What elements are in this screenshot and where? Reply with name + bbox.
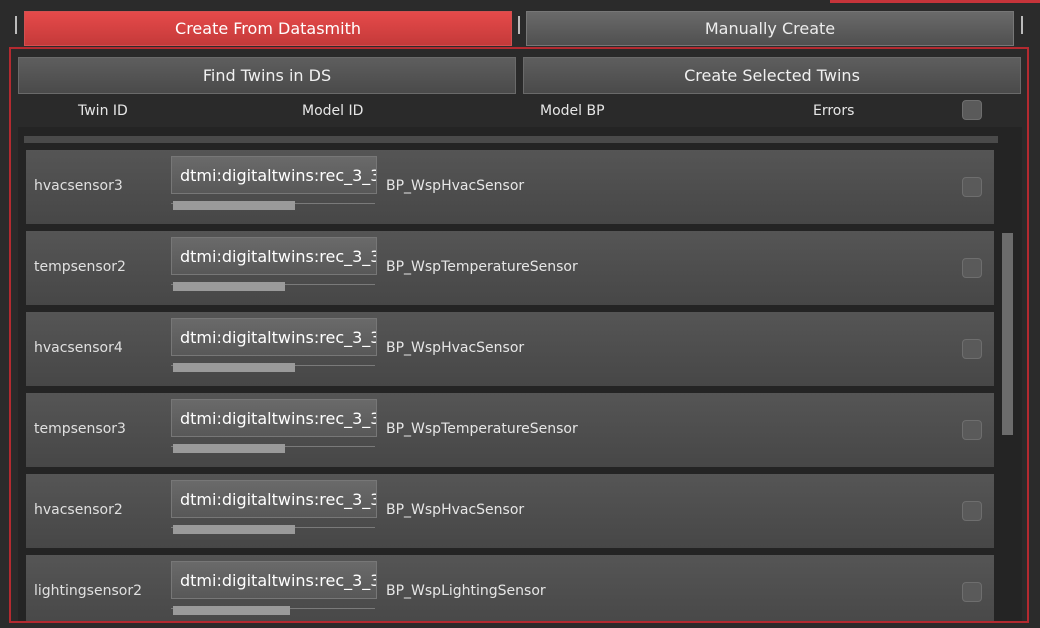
model-id-field[interactable]: dtmi:digitaltwins:rec_3_3	[171, 237, 377, 275]
tab-create-from-datasmith[interactable]: Create From Datasmith	[24, 11, 512, 46]
model-id-field[interactable]: dtmi:digitaltwins:rec_3_3	[171, 561, 377, 599]
table-row[interactable]: hvacsensor3 dtmi:digitaltwins:rec_3_3 BP…	[26, 150, 994, 224]
tab-grip-right[interactable]	[1021, 16, 1023, 34]
table-row[interactable]: tempsensor3 dtmi:digitaltwins:rec_3_3 BP…	[26, 393, 994, 467]
row-select-checkbox[interactable]	[962, 258, 982, 278]
row-select-checkbox[interactable]	[962, 501, 982, 521]
select-all-checkbox[interactable]	[962, 100, 982, 120]
column-header-model-id: Model ID	[302, 103, 364, 119]
column-header-model-bp: Model BP	[540, 103, 605, 119]
list-scrollbar[interactable]	[1002, 233, 1013, 435]
row-select-checkbox[interactable]	[962, 339, 982, 359]
table-row[interactable]: hvacsensor4 dtmi:digitaltwins:rec_3_3 BP…	[26, 312, 994, 386]
model-id-field[interactable]: dtmi:digitaltwins:rec_3_3	[171, 480, 377, 518]
model-bp-label: BP_WspHvacSensor	[386, 178, 525, 194]
progress-bar	[173, 201, 295, 210]
row-select-checkbox[interactable]	[962, 177, 982, 197]
top-accent-bar	[830, 0, 1040, 3]
row-select-checkbox[interactable]	[962, 582, 982, 602]
tab-manually-create[interactable]: Manually Create	[526, 11, 1014, 46]
table-row[interactable]: lightingsensor2 dtmi:digitaltwins:rec_3_…	[26, 555, 994, 621]
twin-id-label: tempsensor3	[34, 421, 126, 437]
model-bp-label: BP_WspTemperatureSensor	[386, 421, 578, 437]
model-bp-label: BP_WspTemperatureSensor	[386, 259, 578, 275]
progress-bar	[173, 282, 285, 291]
twin-id-label: lightingsensor2	[34, 583, 142, 599]
twin-id-label: hvacsensor2	[34, 502, 123, 518]
model-bp-label: BP_WspHvacSensor	[386, 502, 525, 518]
progress-bar	[173, 525, 295, 534]
tab-grip-left[interactable]	[15, 16, 17, 34]
model-id-field[interactable]: dtmi:digitaltwins:rec_3_3	[171, 318, 377, 356]
twin-id-label: tempsensor2	[34, 259, 126, 275]
model-id-field[interactable]: dtmi:digitaltwins:rec_3_3	[171, 399, 377, 437]
progress-bar	[173, 363, 295, 372]
twin-list[interactable]: hvacsensor3 dtmi:digitaltwins:rec_3_3 BP…	[18, 127, 1022, 621]
column-header-twin-id: Twin ID	[78, 103, 128, 119]
list-top-divider	[24, 136, 998, 143]
progress-bar	[173, 444, 285, 453]
row-select-checkbox[interactable]	[962, 420, 982, 440]
twin-id-label: hvacsensor3	[34, 178, 123, 194]
model-bp-label: BP_WspHvacSensor	[386, 340, 525, 356]
table-row[interactable]: hvacsensor2 dtmi:digitaltwins:rec_3_3 BP…	[26, 474, 994, 548]
find-twins-button[interactable]: Find Twins in DS	[18, 57, 516, 94]
model-id-field[interactable]: dtmi:digitaltwins:rec_3_3	[171, 156, 377, 194]
create-selected-twins-button[interactable]: Create Selected Twins	[523, 57, 1021, 94]
tab-grip-middle[interactable]	[518, 16, 520, 34]
model-bp-label: BP_WspLightingSensor	[386, 583, 546, 599]
table-row[interactable]: tempsensor2 dtmi:digitaltwins:rec_3_3 BP…	[26, 231, 994, 305]
twin-id-label: hvacsensor4	[34, 340, 123, 356]
column-header-errors: Errors	[813, 103, 855, 119]
progress-bar	[173, 606, 290, 615]
